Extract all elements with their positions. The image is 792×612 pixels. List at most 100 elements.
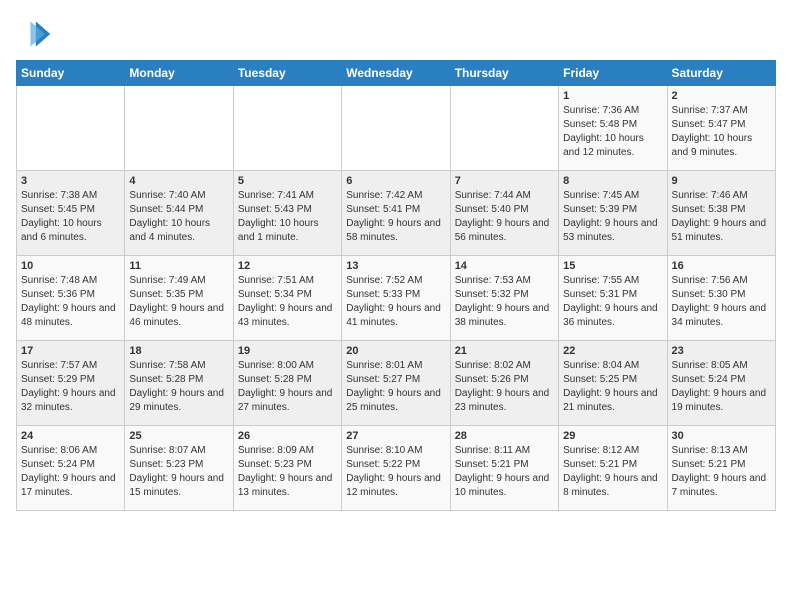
calendar-day: 10 Sunrise: 7:48 AM Sunset: 5:36 PM Dayli…	[17, 256, 125, 341]
day-number: 5	[238, 175, 337, 187]
day-number: 28	[455, 430, 554, 442]
day-number: 25	[129, 430, 228, 442]
weekday-header: Monday	[125, 61, 233, 86]
day-info: Sunrise: 8:10 AM Sunset: 5:22 PM Dayligh…	[346, 444, 445, 500]
calendar-table: SundayMondayTuesdayWednesdayThursdayFrid…	[16, 60, 776, 511]
weekday-header: Thursday	[450, 61, 558, 86]
calendar-day	[233, 86, 341, 171]
calendar-week: 17 Sunrise: 7:57 AM Sunset: 5:29 PM Dayli…	[17, 341, 776, 426]
day-info: Sunrise: 8:11 AM Sunset: 5:21 PM Dayligh…	[455, 444, 554, 500]
day-info: Sunrise: 7:52 AM Sunset: 5:33 PM Dayligh…	[346, 274, 445, 330]
calendar-day: 28 Sunrise: 8:11 AM Sunset: 5:21 PM Dayli…	[450, 426, 558, 511]
calendar-day: 17 Sunrise: 7:57 AM Sunset: 5:29 PM Dayli…	[17, 341, 125, 426]
calendar-week: 3Sunrise: 7:38 AM Sunset: 5:45 PM Daylig…	[17, 171, 776, 256]
day-info: Sunrise: 7:49 AM Sunset: 5:35 PM Dayligh…	[129, 274, 228, 330]
day-info: Sunrise: 7:42 AM Sunset: 5:41 PM Dayligh…	[346, 189, 445, 245]
calendar-day: 25 Sunrise: 8:07 AM Sunset: 5:23 PM Dayli…	[125, 426, 233, 511]
day-info: Sunrise: 8:04 AM Sunset: 5:25 PM Dayligh…	[563, 359, 662, 415]
day-number: 19	[238, 345, 337, 357]
weekday-header: Wednesday	[342, 61, 450, 86]
day-info: Sunrise: 7:48 AM Sunset: 5:36 PM Dayligh…	[21, 274, 120, 330]
day-info: Sunrise: 8:07 AM Sunset: 5:23 PM Dayligh…	[129, 444, 228, 500]
day-number: 17	[21, 345, 120, 357]
calendar-day	[17, 86, 125, 171]
day-info: Sunrise: 7:41 AM Sunset: 5:43 PM Dayligh…	[238, 189, 337, 245]
day-number: 10	[21, 260, 120, 272]
day-number: 20	[346, 345, 445, 357]
day-number: 12	[238, 260, 337, 272]
calendar-day: 3Sunrise: 7:38 AM Sunset: 5:45 PM Daylig…	[17, 171, 125, 256]
day-info: Sunrise: 7:58 AM Sunset: 5:28 PM Dayligh…	[129, 359, 228, 415]
calendar-day: 27Sunrise: 8:10 AM Sunset: 5:22 PM Dayli…	[342, 426, 450, 511]
day-number: 7	[455, 175, 554, 187]
day-number: 4	[129, 175, 228, 187]
day-number: 18	[129, 345, 228, 357]
day-info: Sunrise: 7:57 AM Sunset: 5:29 PM Dayligh…	[21, 359, 120, 415]
day-info: Sunrise: 7:56 AM Sunset: 5:30 PM Dayligh…	[672, 274, 771, 330]
day-number: 22	[563, 345, 662, 357]
calendar-day: 23 Sunrise: 8:05 AM Sunset: 5:24 PM Dayli…	[667, 341, 775, 426]
calendar-week: 10 Sunrise: 7:48 AM Sunset: 5:36 PM Dayli…	[17, 256, 776, 341]
logo	[16, 16, 56, 52]
calendar-day	[342, 86, 450, 171]
calendar-day: 22 Sunrise: 8:04 AM Sunset: 5:25 PM Dayli…	[559, 341, 667, 426]
day-number: 16	[672, 260, 771, 272]
calendar-day	[125, 86, 233, 171]
day-number: 1	[563, 90, 662, 102]
day-number: 23	[672, 345, 771, 357]
day-number: 3	[21, 175, 120, 187]
day-info: Sunrise: 7:46 AM Sunset: 5:38 PM Dayligh…	[672, 189, 771, 245]
weekday-header: Sunday	[17, 61, 125, 86]
day-info: Sunrise: 8:02 AM Sunset: 5:26 PM Dayligh…	[455, 359, 554, 415]
calendar-day: 2 Sunrise: 7:37 AM Sunset: 5:47 PM Daylig…	[667, 86, 775, 171]
day-info: Sunrise: 8:13 AM Sunset: 5:21 PM Dayligh…	[672, 444, 771, 500]
page-header	[16, 16, 776, 52]
day-info: Sunrise: 7:44 AM Sunset: 5:40 PM Dayligh…	[455, 189, 554, 245]
calendar-day: 15 Sunrise: 7:55 AM Sunset: 5:31 PM Dayli…	[559, 256, 667, 341]
calendar-day: 8 Sunrise: 7:45 AM Sunset: 5:39 PM Daylig…	[559, 171, 667, 256]
calendar-day: 5 Sunrise: 7:41 AM Sunset: 5:43 PM Daylig…	[233, 171, 341, 256]
day-info: Sunrise: 8:01 AM Sunset: 5:27 PM Dayligh…	[346, 359, 445, 415]
calendar-day: 21 Sunrise: 8:02 AM Sunset: 5:26 PM Dayli…	[450, 341, 558, 426]
day-number: 11	[129, 260, 228, 272]
day-info: Sunrise: 8:05 AM Sunset: 5:24 PM Dayligh…	[672, 359, 771, 415]
day-info: Sunrise: 7:40 AM Sunset: 5:44 PM Dayligh…	[129, 189, 228, 245]
calendar-week: 1Sunrise: 7:36 AM Sunset: 5:48 PM Daylig…	[17, 86, 776, 171]
day-number: 24	[21, 430, 120, 442]
day-info: Sunrise: 7:51 AM Sunset: 5:34 PM Dayligh…	[238, 274, 337, 330]
calendar-day: 16 Sunrise: 7:56 AM Sunset: 5:30 PM Dayli…	[667, 256, 775, 341]
calendar-day: 30Sunrise: 8:13 AM Sunset: 5:21 PM Dayli…	[667, 426, 775, 511]
day-number: 21	[455, 345, 554, 357]
day-number: 14	[455, 260, 554, 272]
calendar-day: 6 Sunrise: 7:42 AM Sunset: 5:41 PM Daylig…	[342, 171, 450, 256]
day-number: 2	[672, 90, 771, 102]
calendar-day: 11 Sunrise: 7:49 AM Sunset: 5:35 PM Dayli…	[125, 256, 233, 341]
day-number: 8	[563, 175, 662, 187]
calendar-day: 14 Sunrise: 7:53 AM Sunset: 5:32 PM Dayli…	[450, 256, 558, 341]
calendar-day: 29Sunrise: 8:12 AM Sunset: 5:21 PM Dayli…	[559, 426, 667, 511]
calendar-day: 20 Sunrise: 8:01 AM Sunset: 5:27 PM Dayli…	[342, 341, 450, 426]
day-info: Sunrise: 8:06 AM Sunset: 5:24 PM Dayligh…	[21, 444, 120, 500]
calendar-day: 13Sunrise: 7:52 AM Sunset: 5:33 PM Dayli…	[342, 256, 450, 341]
weekday-header: Saturday	[667, 61, 775, 86]
calendar-day: 1Sunrise: 7:36 AM Sunset: 5:48 PM Daylig…	[559, 86, 667, 171]
weekday-header: Friday	[559, 61, 667, 86]
calendar-day	[450, 86, 558, 171]
calendar-week: 24 Sunrise: 8:06 AM Sunset: 5:24 PM Dayli…	[17, 426, 776, 511]
day-info: Sunrise: 7:55 AM Sunset: 5:31 PM Dayligh…	[563, 274, 662, 330]
day-number: 9	[672, 175, 771, 187]
day-info: Sunrise: 7:37 AM Sunset: 5:47 PM Dayligh…	[672, 104, 771, 160]
calendar-day: 26 Sunrise: 8:09 AM Sunset: 5:23 PM Dayli…	[233, 426, 341, 511]
calendar-day: 7 Sunrise: 7:44 AM Sunset: 5:40 PM Daylig…	[450, 171, 558, 256]
calendar-day: 18 Sunrise: 7:58 AM Sunset: 5:28 PM Dayli…	[125, 341, 233, 426]
day-number: 15	[563, 260, 662, 272]
day-info: Sunrise: 8:00 AM Sunset: 5:28 PM Dayligh…	[238, 359, 337, 415]
calendar-day: 4 Sunrise: 7:40 AM Sunset: 5:44 PM Daylig…	[125, 171, 233, 256]
calendar-day: 9 Sunrise: 7:46 AM Sunset: 5:38 PM Daylig…	[667, 171, 775, 256]
calendar-day: 19 Sunrise: 8:00 AM Sunset: 5:28 PM Dayli…	[233, 341, 341, 426]
day-info: Sunrise: 8:09 AM Sunset: 5:23 PM Dayligh…	[238, 444, 337, 500]
day-info: Sunrise: 7:45 AM Sunset: 5:39 PM Dayligh…	[563, 189, 662, 245]
day-number: 26	[238, 430, 337, 442]
day-info: Sunrise: 7:53 AM Sunset: 5:32 PM Dayligh…	[455, 274, 554, 330]
day-number: 6	[346, 175, 445, 187]
